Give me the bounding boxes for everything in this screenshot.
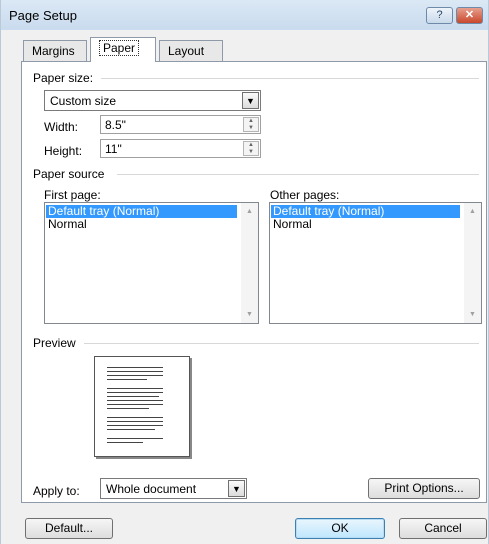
text-line <box>107 417 163 418</box>
apply-to-value: Whole document <box>106 482 197 496</box>
text-line <box>107 408 149 409</box>
list-item[interactable]: Normal <box>271 218 312 231</box>
text-line <box>107 442 143 443</box>
paper-size-value: Custom size <box>50 94 117 108</box>
page-setup-dialog: Page Setup ? ✕ Margins Paper Layout Pape… <box>0 0 489 544</box>
tab-paper[interactable]: Paper <box>90 37 156 62</box>
divider <box>101 78 479 79</box>
paper-size-heading: Paper size: <box>33 71 94 85</box>
print-options-button[interactable]: Print Options... <box>368 478 480 499</box>
chevron-down-icon: ▼ <box>242 92 259 109</box>
text-line <box>107 438 163 439</box>
text-line <box>107 379 147 380</box>
cancel-button[interactable]: Cancel <box>399 518 487 539</box>
height-spinner[interactable]: 11" ▲ ▼ <box>100 139 261 158</box>
text-line <box>107 400 163 401</box>
scroll-down-icon[interactable]: ▼ <box>241 306 258 323</box>
width-spinner[interactable]: 8.5" ▲ ▼ <box>100 115 261 134</box>
other-pages-list[interactable]: Default tray (Normal) Normal ▲ ▼ <box>269 202 482 324</box>
default-button[interactable]: Default... <box>25 518 113 539</box>
text-line <box>107 429 155 430</box>
first-page-list[interactable]: Default tray (Normal) Normal ▲ ▼ <box>44 202 259 324</box>
divider <box>84 343 479 344</box>
text-line <box>107 367 163 368</box>
text-line <box>107 425 163 426</box>
help-icon: ? <box>436 9 443 21</box>
width-label: Width: <box>44 120 79 134</box>
ok-button[interactable]: OK <box>295 518 385 539</box>
close-button[interactable]: ✕ <box>456 7 483 24</box>
scrollbar[interactable]: ▲ ▼ <box>241 203 258 323</box>
preview-heading: Preview <box>33 336 76 350</box>
text-line <box>107 375 163 376</box>
other-pages-label: Other pages: <box>270 188 340 202</box>
text-line <box>107 404 163 405</box>
chevron-down-icon: ▼ <box>228 480 245 497</box>
paper-source-heading: Paper source <box>33 167 105 181</box>
text-line <box>107 388 163 389</box>
scrollbar[interactable]: ▲ ▼ <box>464 203 481 323</box>
text-line <box>107 396 159 397</box>
help-button[interactable]: ? <box>426 7 453 24</box>
tab-layout[interactable]: Layout <box>159 40 223 61</box>
width-value: 8.5" <box>105 118 126 132</box>
height-value: 11" <box>105 142 122 156</box>
paper-size-select[interactable]: Custom size ▼ <box>44 90 261 111</box>
list-item[interactable]: Normal <box>46 218 87 231</box>
scroll-up-icon[interactable]: ▲ <box>464 203 481 220</box>
apply-to-select[interactable]: Whole document ▼ <box>100 478 247 499</box>
first-page-label: First page: <box>44 188 101 202</box>
text-line <box>107 421 163 422</box>
spin-updown-icon[interactable]: ▲ ▼ <box>243 117 259 132</box>
tab-margins[interactable]: Margins <box>23 40 87 61</box>
spin-updown-icon[interactable]: ▲ ▼ <box>243 141 259 156</box>
apply-to-label: Apply to: <box>33 484 80 498</box>
scroll-up-icon[interactable]: ▲ <box>241 203 258 220</box>
height-label: Height: <box>44 144 83 158</box>
text-line <box>107 371 163 372</box>
window-title: Page Setup <box>9 8 77 23</box>
page-preview <box>94 356 190 457</box>
text-line <box>107 392 163 393</box>
divider <box>117 174 479 175</box>
close-icon: ✕ <box>464 9 475 21</box>
title-bar: Page Setup ? ✕ <box>1 0 488 30</box>
scroll-down-icon[interactable]: ▼ <box>464 306 481 323</box>
